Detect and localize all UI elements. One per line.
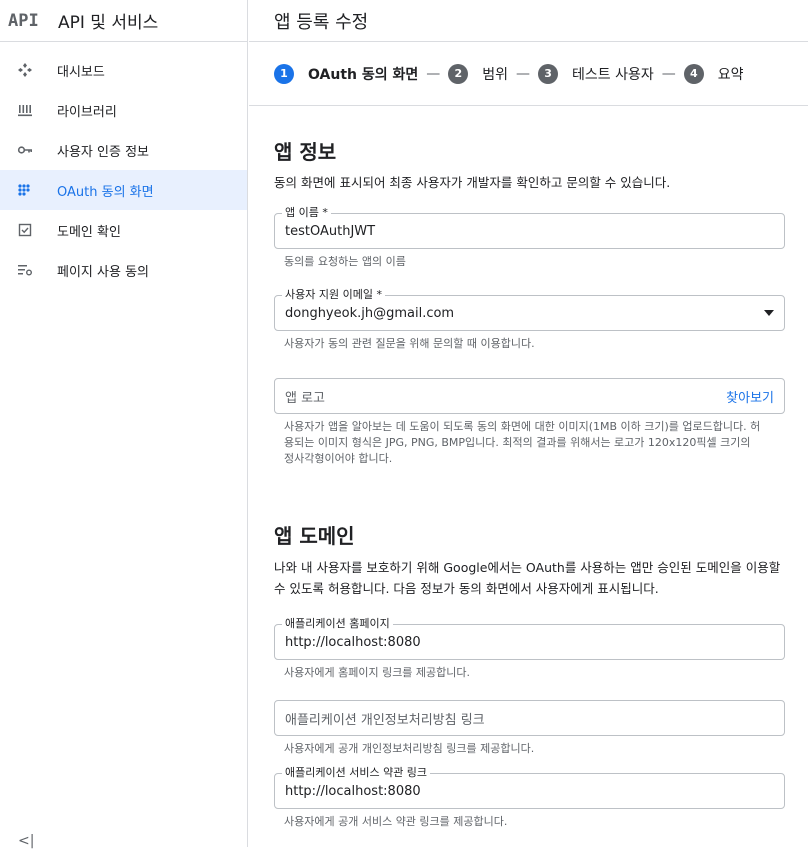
support-email-label: 사용자 지원 이메일 * (282, 288, 385, 302)
sidebar-item-credentials[interactable]: 사용자 인증 정보 (0, 130, 247, 170)
sidebar: API API 및 서비스 대시보드 라이브러리 사용자 인증 정보 OAuth… (0, 0, 248, 849)
terms-of-service-label: 애플리케이션 서비스 약관 링크 (282, 766, 431, 780)
step-label: 범위 (482, 66, 509, 83)
sidebar-item-page-usage-agreement[interactable]: 페이지 사용 동의 (0, 250, 247, 290)
step-scopes[interactable]: 2 범위 (448, 63, 509, 84)
privacy-policy-field[interactable]: 애플리케이션 개인정보처리방침 링크 (274, 700, 785, 736)
privacy-policy-placeholder: 애플리케이션 개인정보처리방침 링크 (285, 712, 485, 728)
sidebar-nav: 대시보드 라이브러리 사용자 인증 정보 OAuth 동의 화면 도메인 확인 (0, 42, 247, 290)
section-desc-app-domain: 나와 내 사용자를 보호하기 위해 Google에서는 OAuth를 사용하는 … (274, 560, 781, 596)
step-label: 요약 (717, 66, 744, 83)
sidebar-item-dashboard[interactable]: 대시보드 (0, 50, 247, 90)
terms-of-service-field[interactable]: 애플리케이션 서비스 약관 링크 http://localhost:8080 (274, 766, 785, 809)
sidebar-item-label: 페이지 사용 동의 (57, 264, 149, 280)
step-separator: — (516, 65, 531, 82)
sidebar-item-label: 라이브러리 (57, 104, 117, 120)
main-content: 앱 등록 수정 1 OAuth 동의 화면 — 2 범위 — 3 테스트 사용자… (249, 0, 808, 847)
key-icon (16, 141, 34, 159)
library-icon (16, 101, 34, 119)
consent-icon (16, 181, 34, 199)
product-title: API 및 서비스 (58, 13, 159, 33)
dropdown-arrow-icon (764, 310, 774, 316)
step-number: 1 (274, 63, 294, 84)
sidebar-item-label: 도메인 확인 (57, 224, 121, 240)
step-number: 2 (448, 63, 469, 84)
app-logo-placeholder: 앱 로고 (285, 390, 326, 406)
app-logo-hint: 사용자가 앱을 알아보는 데 도움이 되도록 동의 화면에 대한 이미지(1MB… (284, 420, 761, 465)
app-name-field[interactable]: 앱 이름 * testOAuthJWT (274, 206, 785, 249)
sidebar-item-label: 대시보드 (57, 64, 105, 80)
stepper: 1 OAuth 동의 화면 — 2 범위 — 3 테스트 사용자 — 4 요약 (249, 42, 808, 106)
app-name-value: testOAuthJWT (285, 223, 376, 239)
step-test-users[interactable]: 3 테스트 사용자 (538, 63, 654, 84)
app-name-label: 앱 이름 * (282, 206, 331, 220)
sidebar-item-label: 사용자 인증 정보 (57, 144, 149, 160)
step-label: OAuth 동의 화면 (308, 66, 419, 83)
terms-of-service-hint: 사용자에게 공개 서비스 약관 링크를 제공합니다. (284, 815, 508, 828)
sidebar-item-oauth-consent[interactable]: OAuth 동의 화면 (0, 170, 247, 210)
sidebar-item-label: OAuth 동의 화면 (57, 184, 154, 200)
sidebar-header: API API 및 서비스 (0, 0, 247, 42)
section-desc-app-info: 동의 화면에 표시되어 최종 사용자가 개발자를 확인하고 문의할 수 있습니다… (274, 175, 671, 190)
app-logo-field[interactable]: 앱 로고 찾아보기 (274, 378, 785, 414)
form-content: 앱 정보 동의 화면에 표시되어 최종 사용자가 개발자를 확인하고 문의할 수… (249, 136, 785, 830)
browse-button[interactable]: 찾아보기 (726, 387, 774, 406)
checkbox-icon (16, 221, 34, 239)
sidebar-item-domain-verification[interactable]: 도메인 확인 (0, 210, 247, 250)
homepage-hint: 사용자에게 홈페이지 링크를 제공합니다. (284, 666, 471, 679)
step-label: 테스트 사용자 (572, 66, 654, 83)
api-logo: API (8, 10, 39, 31)
section-title-app-info: 앱 정보 (274, 140, 337, 164)
homepage-label: 애플리케이션 홈페이지 (282, 617, 393, 631)
step-summary[interactable]: 4 요약 (683, 63, 744, 84)
homepage-field[interactable]: 애플리케이션 홈페이지 http://localhost:8080 (274, 617, 785, 660)
sidebar-item-library[interactable]: 라이브러리 (0, 90, 247, 130)
step-number: 3 (538, 63, 559, 84)
privacy-policy-hint: 사용자에게 공개 개인정보처리방침 링크를 제공합니다. (284, 742, 535, 755)
homepage-value: http://localhost:8080 (285, 634, 421, 650)
dashboard-icon (16, 61, 34, 79)
support-email-value: donghyeok.jh@gmail.com (285, 305, 455, 321)
page-title: 앱 등록 수정 (249, 0, 808, 42)
step-separator: — (426, 65, 441, 82)
app-name-hint: 동의를 요청하는 앱의 이름 (284, 255, 406, 268)
step-oauth-consent[interactable]: 1 OAuth 동의 화면 (274, 63, 419, 84)
support-email-hint: 사용자가 동의 관련 질문을 위해 문의할 때 이용합니다. (284, 337, 535, 350)
settings-list-icon (16, 261, 34, 279)
step-separator: — (661, 65, 676, 82)
section-title-app-domain: 앱 도메인 (274, 524, 355, 548)
support-email-select[interactable]: 사용자 지원 이메일 * donghyeok.jh@gmail.com (274, 288, 785, 331)
terms-of-service-value: http://localhost:8080 (285, 783, 421, 799)
step-number: 4 (683, 63, 704, 84)
